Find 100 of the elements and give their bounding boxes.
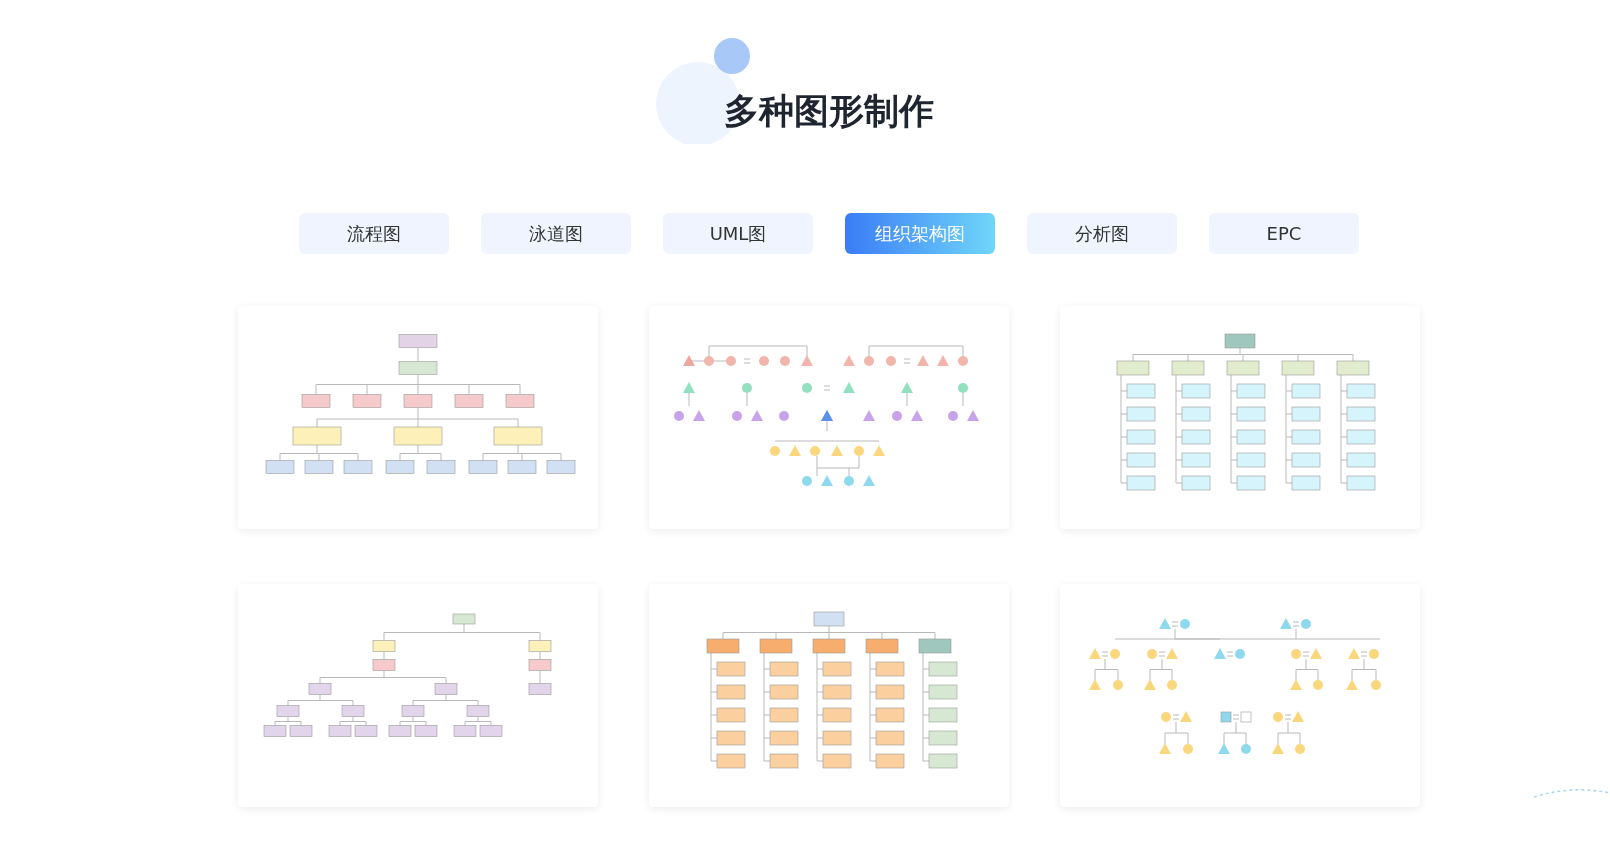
circle-node bbox=[810, 446, 820, 456]
node-box bbox=[507, 460, 537, 474]
node-box bbox=[759, 638, 793, 654]
node-box bbox=[769, 753, 799, 769]
circle-node bbox=[958, 383, 968, 393]
triangle-node bbox=[693, 410, 705, 421]
template-card[interactable] bbox=[238, 584, 598, 807]
node-box bbox=[1336, 360, 1370, 376]
template-card[interactable] bbox=[649, 306, 1009, 529]
node-box bbox=[1220, 711, 1232, 723]
node-box bbox=[1126, 475, 1156, 491]
triangle-node bbox=[1089, 648, 1101, 659]
category-tab[interactable]: UML图 bbox=[663, 213, 813, 254]
triangle-node bbox=[1272, 743, 1284, 754]
node-box bbox=[1346, 383, 1376, 399]
node-box bbox=[1224, 333, 1256, 349]
category-tab[interactable]: EPC bbox=[1209, 213, 1359, 254]
node-box bbox=[546, 460, 576, 474]
triangle-node bbox=[1159, 618, 1171, 629]
node-box bbox=[1181, 475, 1211, 491]
category-tab[interactable]: 流程图 bbox=[299, 213, 449, 254]
node-box bbox=[343, 460, 373, 474]
node-box bbox=[328, 725, 352, 737]
template-card[interactable] bbox=[1060, 306, 1420, 529]
node-box bbox=[352, 394, 382, 408]
node-box bbox=[466, 705, 490, 717]
node-box bbox=[1346, 429, 1376, 445]
circle-node bbox=[1180, 619, 1190, 629]
node-box bbox=[822, 661, 852, 677]
node-box bbox=[1236, 475, 1266, 491]
node-box bbox=[716, 753, 746, 769]
node-box bbox=[1236, 406, 1266, 422]
circle-node bbox=[958, 356, 968, 366]
node-box bbox=[372, 659, 396, 671]
node-box bbox=[1126, 429, 1156, 445]
node-box bbox=[716, 730, 746, 746]
node-box bbox=[1181, 383, 1211, 399]
node-box bbox=[308, 683, 332, 695]
node-box bbox=[1236, 383, 1266, 399]
template-card[interactable] bbox=[649, 584, 1009, 807]
node-box bbox=[414, 725, 438, 737]
node-box bbox=[813, 611, 845, 627]
triangle-node bbox=[1144, 679, 1156, 690]
triangle-node bbox=[967, 410, 979, 421]
circle-node bbox=[674, 411, 684, 421]
circle-node bbox=[854, 446, 864, 456]
triangle-node bbox=[911, 410, 923, 421]
circle-node bbox=[844, 476, 854, 486]
triangle-node bbox=[1310, 648, 1322, 659]
node-box bbox=[1240, 711, 1252, 723]
triangle-node bbox=[683, 355, 695, 366]
node-box bbox=[918, 638, 952, 654]
circle-node bbox=[802, 476, 812, 486]
node-box bbox=[304, 460, 334, 474]
circle-node bbox=[1183, 744, 1193, 754]
triangle-node bbox=[863, 410, 875, 421]
circle-node bbox=[732, 411, 742, 421]
node-box bbox=[1346, 406, 1376, 422]
node-box bbox=[716, 684, 746, 700]
node-box bbox=[928, 753, 958, 769]
triangle-node bbox=[801, 355, 813, 366]
template-card[interactable] bbox=[238, 306, 598, 529]
circle-node bbox=[726, 356, 736, 366]
node-box bbox=[769, 661, 799, 677]
node-box bbox=[875, 707, 905, 723]
triangle-node bbox=[1166, 648, 1178, 659]
triangle-node bbox=[1218, 743, 1230, 754]
triangle-node bbox=[1348, 648, 1360, 659]
triangle-node bbox=[1346, 679, 1358, 690]
node-box bbox=[452, 613, 476, 625]
node-box bbox=[385, 460, 415, 474]
category-tab[interactable]: 分析图 bbox=[1027, 213, 1177, 254]
node-box bbox=[1226, 360, 1260, 376]
node-box bbox=[812, 638, 846, 654]
circle-node bbox=[1273, 712, 1283, 722]
node-box bbox=[1126, 406, 1156, 422]
node-box bbox=[528, 659, 552, 671]
node-box bbox=[401, 705, 425, 717]
node-box bbox=[301, 394, 331, 408]
circle-node bbox=[1110, 649, 1120, 659]
node-box bbox=[822, 753, 852, 769]
triangle-node bbox=[843, 355, 855, 366]
circle-node bbox=[1241, 744, 1251, 754]
node-box bbox=[1346, 475, 1376, 491]
node-box bbox=[403, 394, 433, 408]
circle-node bbox=[802, 383, 812, 393]
circle-node bbox=[864, 356, 874, 366]
node-box bbox=[928, 661, 958, 677]
category-tab[interactable]: 泳道图 bbox=[481, 213, 631, 254]
circle-node bbox=[759, 356, 769, 366]
template-card[interactable] bbox=[1060, 584, 1420, 807]
circle-node bbox=[1291, 649, 1301, 659]
node-box bbox=[505, 394, 535, 408]
node-box bbox=[822, 707, 852, 723]
node-box bbox=[454, 394, 484, 408]
node-box bbox=[1291, 406, 1321, 422]
node-box bbox=[1116, 360, 1150, 376]
node-box bbox=[426, 460, 456, 474]
triangle-node bbox=[789, 445, 801, 456]
node-box bbox=[1236, 452, 1266, 468]
